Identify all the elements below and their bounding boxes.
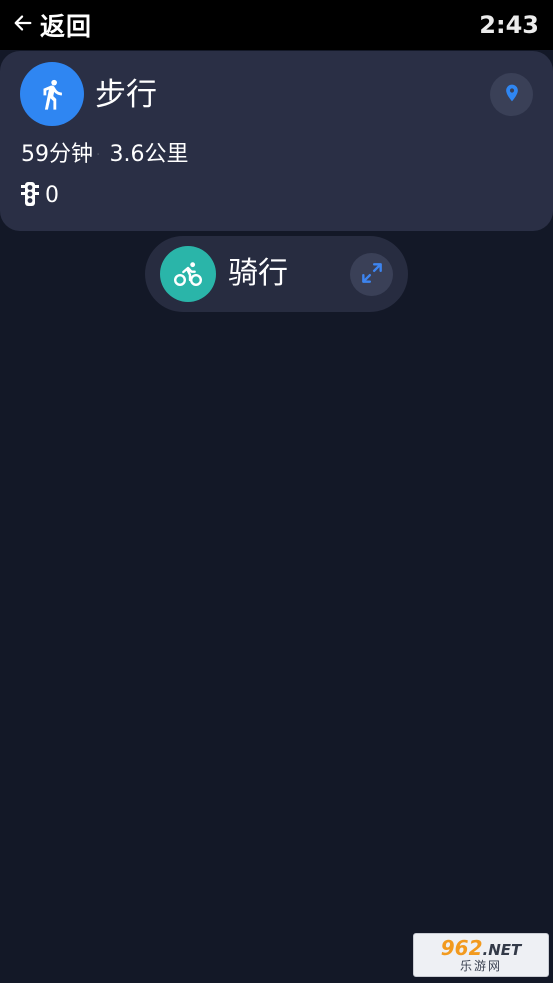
status-time: 2:43 bbox=[479, 11, 539, 39]
walk-distance: 3.6公里 bbox=[109, 142, 189, 167]
ride-mode-button[interactable]: 骑行 bbox=[145, 236, 408, 312]
traffic-light-count: 0 bbox=[45, 183, 59, 208]
ride-mode-title: 骑行 bbox=[228, 256, 288, 291]
watermark-name: 乐游网 bbox=[459, 959, 502, 973]
traffic-light-icon bbox=[20, 181, 40, 211]
back-arrow-icon bbox=[12, 12, 34, 38]
walking-person-icon bbox=[20, 62, 84, 126]
route-stats: 59分钟 · 3.6公里 bbox=[21, 140, 188, 170]
back-label: 返回 bbox=[40, 12, 93, 41]
location-pin-icon bbox=[502, 83, 522, 107]
status-bar: 返回 2:43 bbox=[0, 0, 553, 50]
traffic-light-row: 0 bbox=[20, 181, 59, 211]
walk-mode-title: 步行 bbox=[95, 77, 157, 113]
stats-separator: · bbox=[96, 147, 101, 163]
expand-button[interactable] bbox=[350, 253, 393, 296]
bicycle-icon bbox=[160, 246, 216, 302]
watermark-suffix: .NET bbox=[482, 941, 522, 959]
watermark-brand: 962.NET bbox=[441, 938, 521, 958]
back-button[interactable]: 返回 bbox=[12, 7, 92, 43]
walk-duration: 59分钟 bbox=[21, 142, 93, 167]
expand-icon bbox=[359, 260, 385, 290]
walk-route-card[interactable]: 步行 59分钟 · 3.6公里 0 bbox=[0, 51, 553, 231]
site-watermark-logo: 962.NET 乐游网 bbox=[413, 933, 549, 977]
watermark-number: 962 bbox=[440, 936, 483, 960]
locate-button[interactable] bbox=[490, 73, 533, 116]
